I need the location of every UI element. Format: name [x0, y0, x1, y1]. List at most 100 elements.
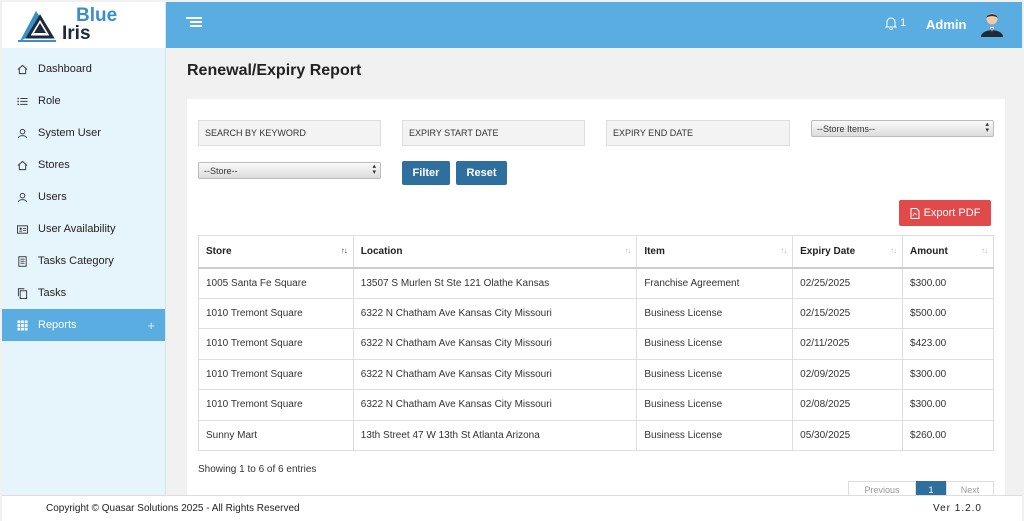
sidebar-item-user-availability[interactable]: User Availability: [2, 213, 165, 245]
cell-store: Sunny Mart: [198, 419, 354, 451]
column-header-item[interactable]: Item ↑↓: [636, 235, 794, 268]
cell-amount: $300.00: [902, 389, 994, 421]
store-select[interactable]: --Store-- ▴ ▾: [198, 162, 381, 179]
avatar[interactable]: [980, 11, 1004, 37]
top-header: 1 Admin: [166, 2, 1022, 48]
notification-button[interactable]: 1: [884, 16, 906, 30]
cell-store: 1010 Tremont Square: [198, 328, 354, 360]
cell-amount: $500.00: [902, 297, 994, 329]
sidebar: Blue Iris Dashboard Role System User Sto…: [2, 2, 166, 495]
logo[interactable]: Blue Iris: [2, 2, 165, 48]
sidebar-item-tasks-category[interactable]: Tasks Category: [2, 245, 165, 277]
expiry-end-date-input[interactable]: EXPIRY END DATE: [606, 120, 790, 146]
table-row: Sunny Mart 13th Street 47 W 13th St Atla…: [198, 419, 994, 451]
table-row: 1010 Tremont Square 6322 N Chatham Ave K…: [198, 328, 994, 360]
user-icon: [16, 127, 28, 139]
logo-text: Blue Iris: [62, 6, 117, 44]
menu-toggle-icon[interactable]: [186, 17, 202, 29]
sidebar-item-label: System User: [38, 127, 101, 139]
store-items-select[interactable]: --Store Items-- ▴ ▾: [811, 120, 994, 137]
cell-store: 1010 Tremont Square: [198, 297, 354, 329]
cell-item: Business License: [636, 328, 794, 360]
column-header-amount[interactable]: Amount ↑↓: [902, 235, 994, 268]
sidebar-item-label: Users: [38, 191, 67, 203]
cell-expiry-date: 02/25/2025: [792, 266, 904, 299]
home-icon: [16, 159, 28, 171]
cell-location: 6322 N Chatham Ave Kansas City Missouri: [352, 358, 638, 390]
column-header-expiry-date[interactable]: Expiry Date ↑↓: [792, 235, 904, 268]
cell-location: 13th Street 47 W 13th St Atlanta Arizona: [352, 419, 638, 451]
sidebar-item-stores[interactable]: Stores: [2, 149, 165, 181]
cell-expiry-date: 05/30/2025: [792, 419, 904, 451]
column-header-location[interactable]: Location ↑↓: [352, 235, 638, 268]
expiry-start-date-input[interactable]: EXPIRY START DATE: [402, 120, 585, 146]
expand-icon[interactable]: +: [147, 318, 155, 333]
copy-icon: [16, 287, 28, 299]
reset-button[interactable]: Reset: [456, 161, 507, 185]
sort-icon: ↑↓: [890, 246, 897, 255]
sidebar-item-label: Stores: [38, 159, 70, 171]
app-frame: Blue Iris Dashboard Role System User Sto…: [0, 0, 1024, 521]
page-title: Renewal/Expiry Report: [187, 62, 362, 79]
cell-store: 1010 Tremont Square: [198, 389, 354, 421]
sidebar-item-label: Dashboard: [38, 63, 92, 75]
sidebar-item-users[interactable]: Users: [2, 181, 165, 213]
logo-line2: Iris: [62, 23, 91, 44]
sort-icon: ↑↓: [780, 246, 787, 255]
cell-location: 6322 N Chatham Ave Kansas City Missouri: [352, 297, 638, 329]
cell-expiry-date: 02/09/2025: [792, 358, 904, 390]
cell-store: 1005 Santa Fe Square: [198, 266, 354, 299]
notification-count: 1: [900, 17, 907, 29]
cell-store: 1010 Tremont Square: [198, 358, 354, 390]
sidebar-item-reports[interactable]: Reports +: [2, 309, 165, 341]
cell-item: Business License: [636, 419, 794, 451]
sidebar-item-role[interactable]: Role: [2, 85, 165, 117]
cell-location: 6322 N Chatham Ave Kansas City Missouri: [352, 328, 638, 360]
user-name[interactable]: Admin: [926, 17, 966, 32]
table-info: Showing 1 to 6 of 6 entries: [198, 464, 317, 475]
copyright-text: Copyright © Quasar Solutions 2025 - All …: [46, 503, 300, 514]
cell-item: Business License: [636, 297, 794, 329]
sidebar-item-dashboard[interactable]: Dashboard: [2, 53, 165, 85]
cell-item: Franchise Agreement: [636, 266, 794, 299]
export-pdf-button[interactable]: Export PDF: [899, 200, 991, 226]
cell-location: 13507 S Murlen St Ste 121 Olathe Kansas: [352, 266, 638, 299]
sidebar-item-label: Role: [38, 95, 61, 107]
select-arrows-icon: ▴ ▾: [372, 163, 376, 176]
cell-expiry-date: 02/08/2025: [792, 389, 904, 421]
sidebar-item-label: Tasks: [38, 287, 67, 299]
logo-mark-icon: [18, 11, 56, 42]
sidebar-item-system-user[interactable]: System User: [2, 117, 165, 149]
cell-expiry-date: 02/11/2025: [792, 328, 904, 360]
table-header-row: Store ↑↓ Location ↑↓ Item ↑↓ Expiry Date ↑↓ …: [198, 235, 994, 268]
cell-amount: $423.00: [902, 328, 994, 360]
document-icon: [16, 255, 28, 267]
sort-icon: ↑↓: [981, 246, 988, 255]
pdf-file-icon: [910, 207, 920, 219]
sort-icon: ↑↓: [340, 246, 348, 255]
cell-location: 6322 N Chatham Ave Kansas City Missouri: [352, 389, 638, 421]
bell-icon: [884, 17, 898, 30]
table-row: 1005 Santa Fe Square 13507 S Murlen St S…: [198, 266, 994, 299]
sidebar-item-label: Tasks Category: [38, 255, 114, 267]
filter-button[interactable]: Filter: [402, 161, 450, 185]
sidebar-nav: Dashboard Role System User Stores Users …: [2, 53, 165, 341]
store-items-selected: --Store Items--: [817, 123, 876, 134]
sidebar-item-label: User Availability: [38, 223, 116, 235]
search-keyword-input[interactable]: SEARCH BY KEYWORD: [198, 120, 381, 146]
cell-expiry-date: 02/15/2025: [792, 297, 904, 329]
home-icon: [16, 63, 28, 75]
column-header-store[interactable]: Store ↑↓: [198, 235, 354, 268]
main-content: Renewal/Expiry Report SEARCH BY KEYWORD …: [166, 48, 1022, 499]
report-table: Store ↑↓ Location ↑↓ Item ↑↓ Expiry Date ↑↓ …: [198, 235, 994, 451]
select-arrows-icon: ▴ ▾: [985, 121, 989, 134]
cell-item: Business License: [636, 358, 794, 390]
table-row: 1010 Tremont Square 6322 N Chatham Ave K…: [198, 358, 994, 390]
user-icon: [16, 191, 28, 203]
table-row: 1010 Tremont Square 6322 N Chatham Ave K…: [198, 389, 994, 421]
list-icon: [16, 95, 28, 107]
sidebar-item-tasks[interactable]: Tasks: [2, 277, 165, 309]
cell-amount: $300.00: [902, 358, 994, 390]
id-card-icon: [16, 223, 28, 235]
sidebar-item-label: Reports: [38, 319, 77, 331]
